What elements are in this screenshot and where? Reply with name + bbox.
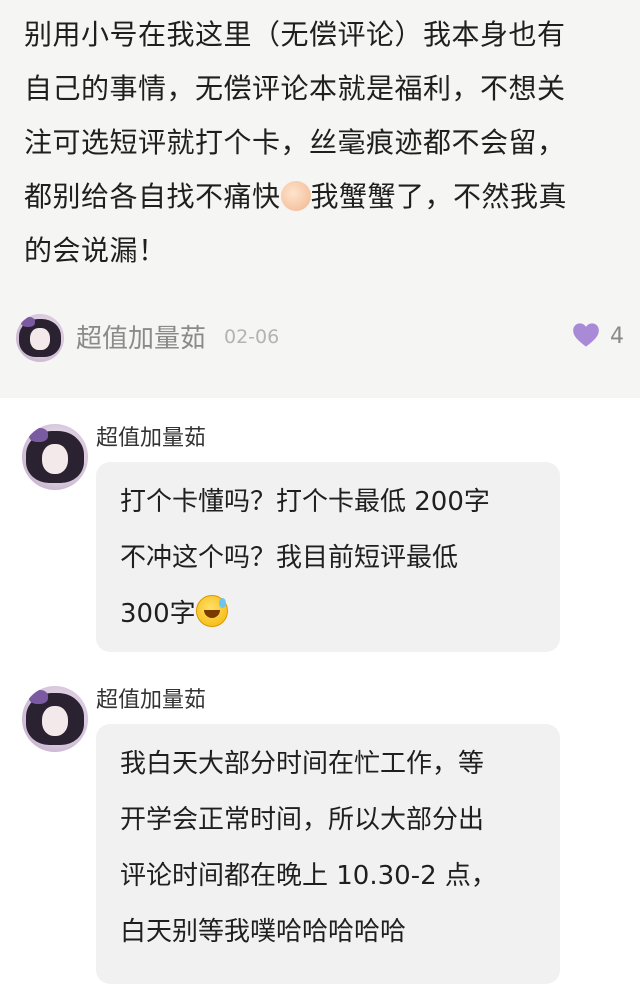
avatar[interactable]: [16, 314, 64, 362]
like-count: 4: [610, 324, 624, 349]
comment-line-part: 都别给各自找不痛快: [24, 180, 281, 213]
comment-text: 别用小号在我这里（无偿评论）我本身也有 自己的事情，无偿评论本就是福利，不想关 …: [24, 8, 620, 278]
reply-line: 打个卡懂吗？打个卡最低 200字: [120, 487, 490, 517]
reply-line: 评论时间都在晚上 10.30-2 点，: [120, 861, 497, 891]
comment-line-part: 我蟹蟹了，不然我真: [310, 180, 568, 213]
reply-line: 开学会正常时间，所以大部分出: [120, 805, 485, 835]
comment-line: 自己的事情，无偿评论本就是福利，不想关: [24, 72, 566, 105]
comment-date: 02-06: [224, 326, 280, 348]
avatar[interactable]: [22, 686, 88, 752]
comment-line: 注可选短评就打个卡，丝毫痕迹都不会留，: [24, 126, 566, 159]
author-name[interactable]: 超值加量茹: [96, 420, 206, 452]
avatar[interactable]: [22, 424, 88, 490]
waving-hand-icon: [280, 181, 311, 211]
comment-line: 的会说漏！: [24, 234, 167, 267]
author-name[interactable]: 超值加量茹: [76, 318, 206, 355]
reply-line: 不冲这个吗？我目前短评最低: [120, 543, 459, 573]
comment-line: 别用小号在我这里（无偿评论）我本身也有: [24, 18, 566, 51]
reply-bubble[interactable]: 打个卡懂吗？打个卡最低 200字 不冲这个吗？我目前短评最低 300字: [96, 462, 560, 652]
author-name[interactable]: 超值加量茹: [96, 682, 206, 714]
comment-meta: 超值加量茹 02-06 4: [16, 312, 626, 364]
comment-line: 都别给各自找不痛快 我蟹蟹了，不然我真: [24, 170, 620, 224]
reply-line-part: 300字: [120, 599, 196, 629]
reply-line: 300字: [120, 586, 536, 642]
top-comment: 别用小号在我这里（无偿评论）我本身也有 自己的事情，无偿评论本就是福利，不想关 …: [0, 0, 640, 398]
reply-line: 我白天大部分时间在忙工作，等: [120, 749, 485, 779]
heart-icon: [573, 323, 599, 347]
reply-line: 白天别等我噗哈哈哈哈哈: [120, 917, 407, 947]
reply-bubble[interactable]: 我白天大部分时间在忙工作，等 开学会正常时间，所以大部分出 评论时间都在晚上 1…: [96, 724, 560, 984]
sweat-smile-icon: [195, 595, 228, 627]
